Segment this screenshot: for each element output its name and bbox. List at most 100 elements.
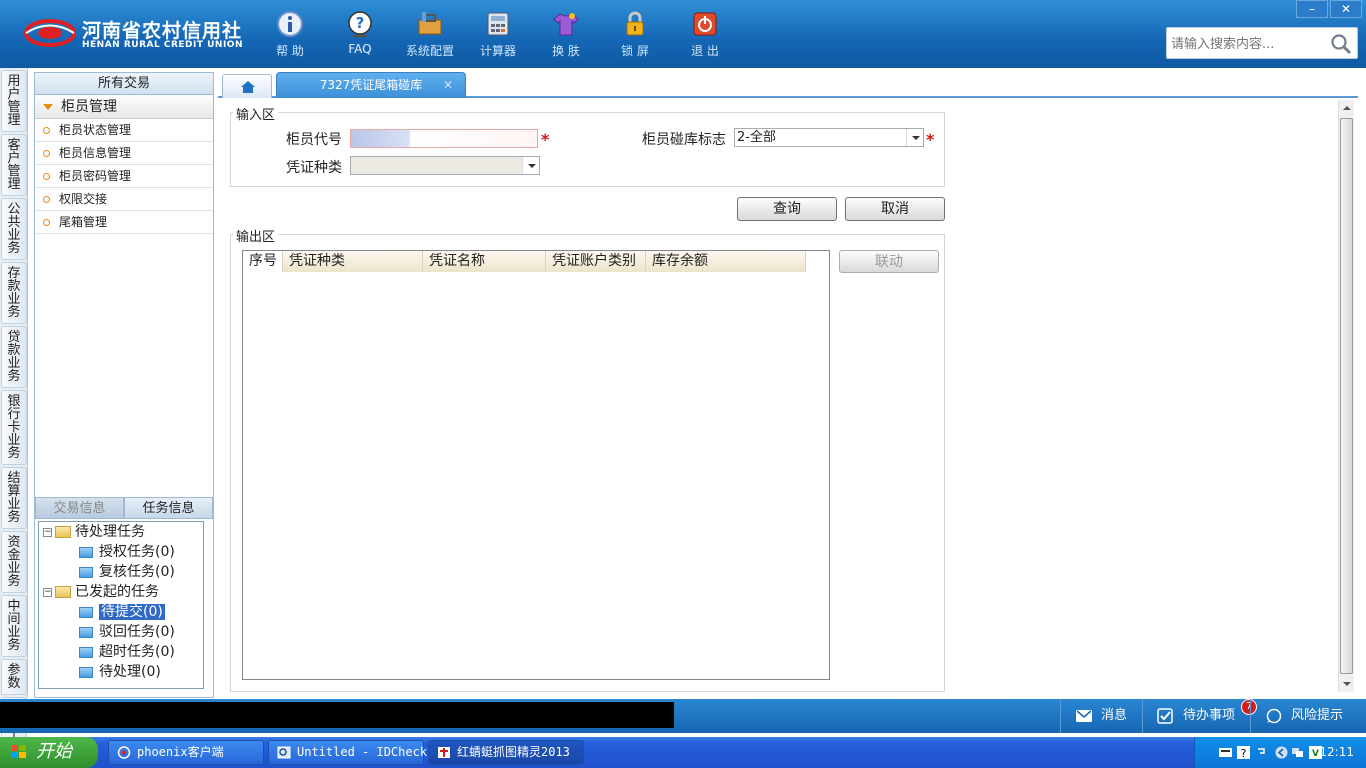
toolbar-faq-label: FAQ (348, 42, 372, 56)
tree-item-to-process[interactable]: 待处理(0) (79, 662, 161, 682)
vnav-intermediate-business[interactable]: 中间业务 (1, 595, 27, 657)
vnav-label: 贷款业务 (7, 330, 21, 384)
input-area-legend: 输入区 (233, 104, 279, 123)
power-icon (693, 12, 717, 36)
vnav-fund-business[interactable]: 资金业务 (1, 531, 27, 593)
vnav-parameters[interactable]: 参数 (1, 659, 27, 695)
column-header-voucher-type[interactable]: 凭证种类 (283, 251, 423, 272)
toolbar-lock-label: 锁 屏 (621, 44, 649, 58)
toolbox-icon (418, 12, 442, 35)
tree-group-pending[interactable]: − 待处理任务 (43, 522, 145, 542)
vnav-user-management[interactable]: 用户管理 (1, 70, 27, 132)
messages-button[interactable]: 消息 (1060, 699, 1142, 733)
toolbar-skin-button[interactable]: 换 肤 (536, 10, 596, 59)
scroll-down-icon[interactable] (1343, 682, 1351, 686)
required-mark: * (926, 130, 935, 149)
taskbar-item-screenshot-tool[interactable]: 红蜻蜓抓图精灵2013 (428, 740, 584, 765)
tree-item-review-task[interactable]: 复核任务(0) (79, 562, 175, 582)
chevron-down-icon[interactable] (906, 129, 923, 146)
ime-icon[interactable] (1255, 746, 1268, 759)
tab-transaction-info[interactable]: 交易信息 (35, 497, 124, 519)
column-header-account-category[interactable]: 凭证账户类别 (546, 251, 646, 272)
query-button[interactable]: 查询 (737, 197, 837, 221)
close-window-button[interactable]: ✕ (1330, 0, 1362, 18)
tab-strip: 7327凭证尾箱碰库 ✕ (218, 72, 1358, 98)
app-window: 河南省农村信用社 HENAN RURAL CREDIT UNION 帮 助 ? … (0, 0, 1366, 768)
tree-group-initiated[interactable]: − 已发起的任务 (43, 582, 159, 602)
search-icon[interactable] (1329, 32, 1353, 56)
info-icon (277, 11, 303, 37)
collision-flag-label: 柜员碰库标志 (642, 132, 726, 148)
tree-item-timeout[interactable]: 超时任务(0) (79, 642, 175, 662)
toolbar-lock-button[interactable]: 锁 屏 (605, 10, 665, 59)
menu-item-teller-password[interactable]: 柜员密码管理 (35, 165, 213, 188)
tab-7327-voucher-tailbox[interactable]: 7327凭证尾箱碰库 ✕ (276, 72, 466, 98)
result-grid[interactable]: 序号 凭证种类 凭证名称 凭证账户类别 库存余额 (242, 250, 830, 680)
search-input[interactable] (1171, 34, 1325, 54)
chevron-down-icon[interactable] (522, 157, 539, 174)
vnav-bankcard-business[interactable]: 银行卡业务 (1, 390, 27, 465)
risk-alert-label: 风险提示 (1291, 708, 1344, 723)
svg-text:V: V (1312, 749, 1319, 759)
taskbar-item-idcheck[interactable]: Untitled - IDCheck (268, 740, 427, 765)
network-icon[interactable] (1291, 746, 1304, 759)
toolbar-faq-button[interactable]: ? FAQ (330, 10, 390, 56)
task-node-icon (79, 606, 93, 618)
tab-task-info[interactable]: 任务信息 (124, 497, 213, 519)
menu-item-teller-status[interactable]: 柜员状态管理 (35, 119, 213, 142)
vnav-label: 银行卡业务 (7, 394, 21, 461)
collision-flag-select[interactable]: 2-全部 (734, 128, 924, 147)
voucher-type-select[interactable] (350, 156, 540, 175)
logo-mark-icon (24, 19, 76, 47)
svg-text:?: ? (356, 14, 365, 32)
risk-alert-button[interactable]: 风险提示 (1250, 699, 1366, 733)
tree-item-label: 待处理(0) (99, 664, 161, 680)
chat-bubble-icon (1266, 708, 1282, 723)
menu-item-tail-box[interactable]: 尾箱管理 (35, 211, 213, 234)
vnav-public-business[interactable]: 公共业务 (1, 198, 27, 260)
help-tray-icon[interactable]: ? (1237, 746, 1250, 759)
collapse-icon[interactable]: − (43, 587, 52, 597)
vnav-settlement-business[interactable]: 结算业务 (1, 467, 27, 529)
expand-triangle-icon (43, 104, 53, 110)
taskbar-item-label: 红蜻蜓抓图精灵2013 (457, 745, 570, 759)
start-button[interactable]: 开始 (0, 737, 98, 768)
tab-close-icon[interactable]: ✕ (443, 73, 453, 97)
menu-item-label: 权限交接 (59, 192, 108, 206)
todo-button[interactable]: 待办事项 7 (1142, 699, 1257, 733)
vnav-deposit-business[interactable]: 存款业务 (1, 262, 27, 324)
keyboard-icon[interactable] (1219, 746, 1232, 759)
teller-code-input[interactable] (350, 129, 538, 148)
vnav-loan-business[interactable]: 贷款业务 (1, 326, 27, 388)
tab-home[interactable] (222, 74, 272, 98)
column-header-seq[interactable]: 序号 (243, 251, 283, 272)
taskbar-item-phoenix[interactable]: phoenix客户端 (108, 740, 264, 765)
tree-group-label: 已发起的任务 (75, 584, 159, 600)
menu-item-permission-handover[interactable]: 权限交接 (35, 188, 213, 211)
transaction-panel: 所有交易 柜员管理 柜员状态管理 柜员信息管理 柜员密码管理 权限交接 尾箱管理… (34, 72, 214, 698)
minimize-button[interactable]: – (1296, 0, 1328, 18)
bullet-icon (43, 173, 50, 180)
column-header-stock-balance[interactable]: 库存余额 (646, 251, 806, 272)
collision-flag-value: 2-全部 (737, 130, 776, 145)
scroll-up-icon[interactable] (1343, 106, 1351, 110)
column-header-voucher-name[interactable]: 凭证名称 (423, 251, 546, 272)
tree-item-to-submit[interactable]: 待提交(0) (79, 602, 165, 622)
bullet-icon (43, 219, 50, 226)
toolbar-help-button[interactable]: 帮 助 (260, 10, 320, 59)
tree-item-auth-task[interactable]: 授权任务(0) (79, 542, 175, 562)
menu-item-teller-info[interactable]: 柜员信息管理 (35, 142, 213, 165)
vnav-customer-management[interactable]: 客户管理 (1, 134, 27, 196)
toolbar-exit-button[interactable]: 退 出 (675, 10, 735, 59)
toolbar-sysconfig-button[interactable]: 系统配置 (400, 10, 460, 59)
section-teller-management[interactable]: 柜员管理 (35, 95, 213, 119)
collapse-icon[interactable]: − (43, 527, 52, 537)
cancel-button[interactable]: 取消 (845, 197, 945, 221)
toolbar-calculator-button[interactable]: 计算器 (468, 10, 528, 59)
tree-item-rejected[interactable]: 驳回任务(0) (79, 622, 175, 642)
scroll-thumb[interactable] (1340, 118, 1353, 674)
link-button[interactable]: 联动 (839, 250, 939, 273)
voucher-type-label: 凭证种类 (286, 160, 342, 176)
content-scrollbar[interactable] (1338, 100, 1354, 692)
back-arrow-icon[interactable] (1275, 746, 1288, 759)
